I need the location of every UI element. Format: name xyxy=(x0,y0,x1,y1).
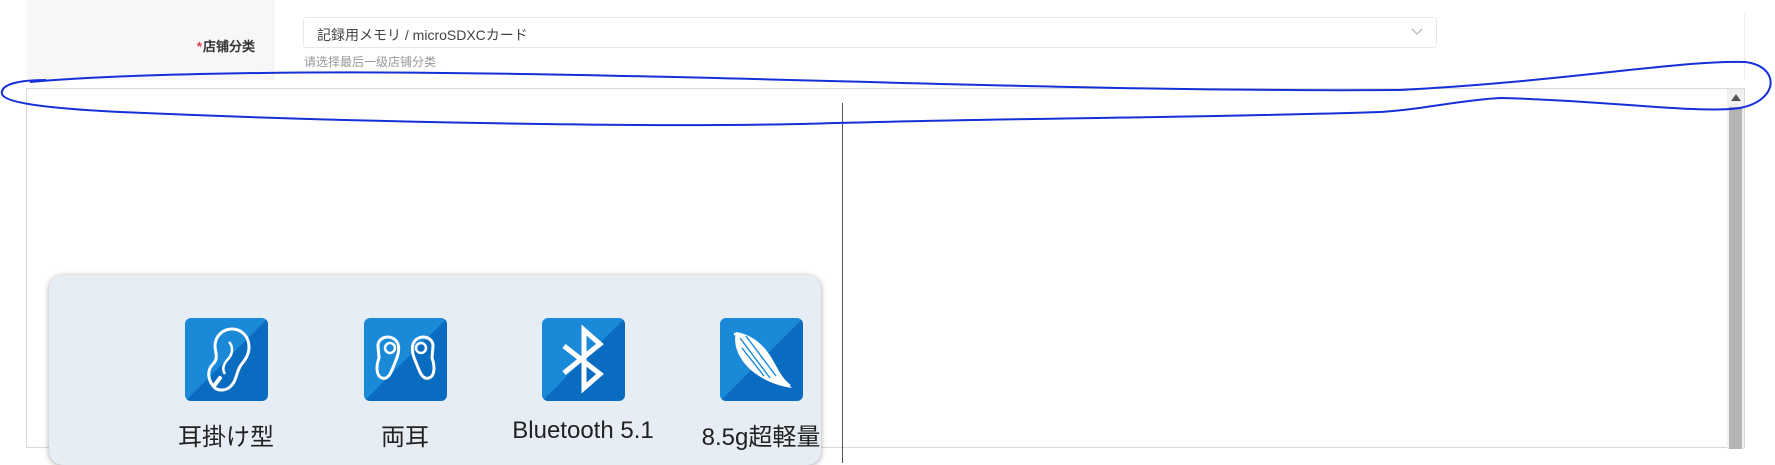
shop-category-row: *店铺分类 記録用メモリ / microSDXCカード 请选择最后一级店铺分类 xyxy=(0,0,1775,80)
category-select[interactable]: 記録用メモリ / microSDXCカード xyxy=(303,17,1437,48)
category-select-value: 記録用メモリ / microSDXCカード xyxy=(317,27,528,43)
ear-hook-icon xyxy=(206,327,251,392)
field-label-text: 店铺分类 xyxy=(202,39,255,54)
divider xyxy=(1744,14,1745,80)
feather-icon xyxy=(733,332,792,388)
scrollbar-thumb[interactable] xyxy=(1729,107,1742,449)
earbuds-icon xyxy=(375,335,435,380)
feature-item: 耳掛け型 xyxy=(141,318,311,452)
feature-label: 両耳 xyxy=(381,424,429,451)
category-hint: 请选择最后一级店铺分类 xyxy=(304,55,437,69)
feature-item: 両耳 xyxy=(320,318,490,452)
description-editor[interactable]: 耳掛け型 両耳 Bluetooth 5.1 8.5g超軽量 xyxy=(26,88,1745,465)
feature-item: 8.5g超軽量 xyxy=(676,318,846,452)
scroll-up-arrow-icon[interactable] xyxy=(1731,94,1741,101)
feature-label: 耳掛け型 xyxy=(178,424,274,451)
chevron-down-icon xyxy=(1411,28,1423,35)
feature-label: Bluetooth 5.1 xyxy=(512,417,654,444)
feature-label: 8.5g超軽量 xyxy=(701,424,821,451)
feature-item: Bluetooth 5.1 xyxy=(498,318,668,445)
label-cell: *店铺分类 xyxy=(26,0,274,80)
required-mark: * xyxy=(196,39,202,54)
editor-scrollbar[interactable] xyxy=(1727,89,1744,449)
feature-card: 耳掛け型 両耳 Bluetooth 5.1 8.5g超軽量 xyxy=(49,275,821,465)
bluetooth-icon xyxy=(561,324,604,394)
field-label: *店铺分类 xyxy=(197,36,255,55)
